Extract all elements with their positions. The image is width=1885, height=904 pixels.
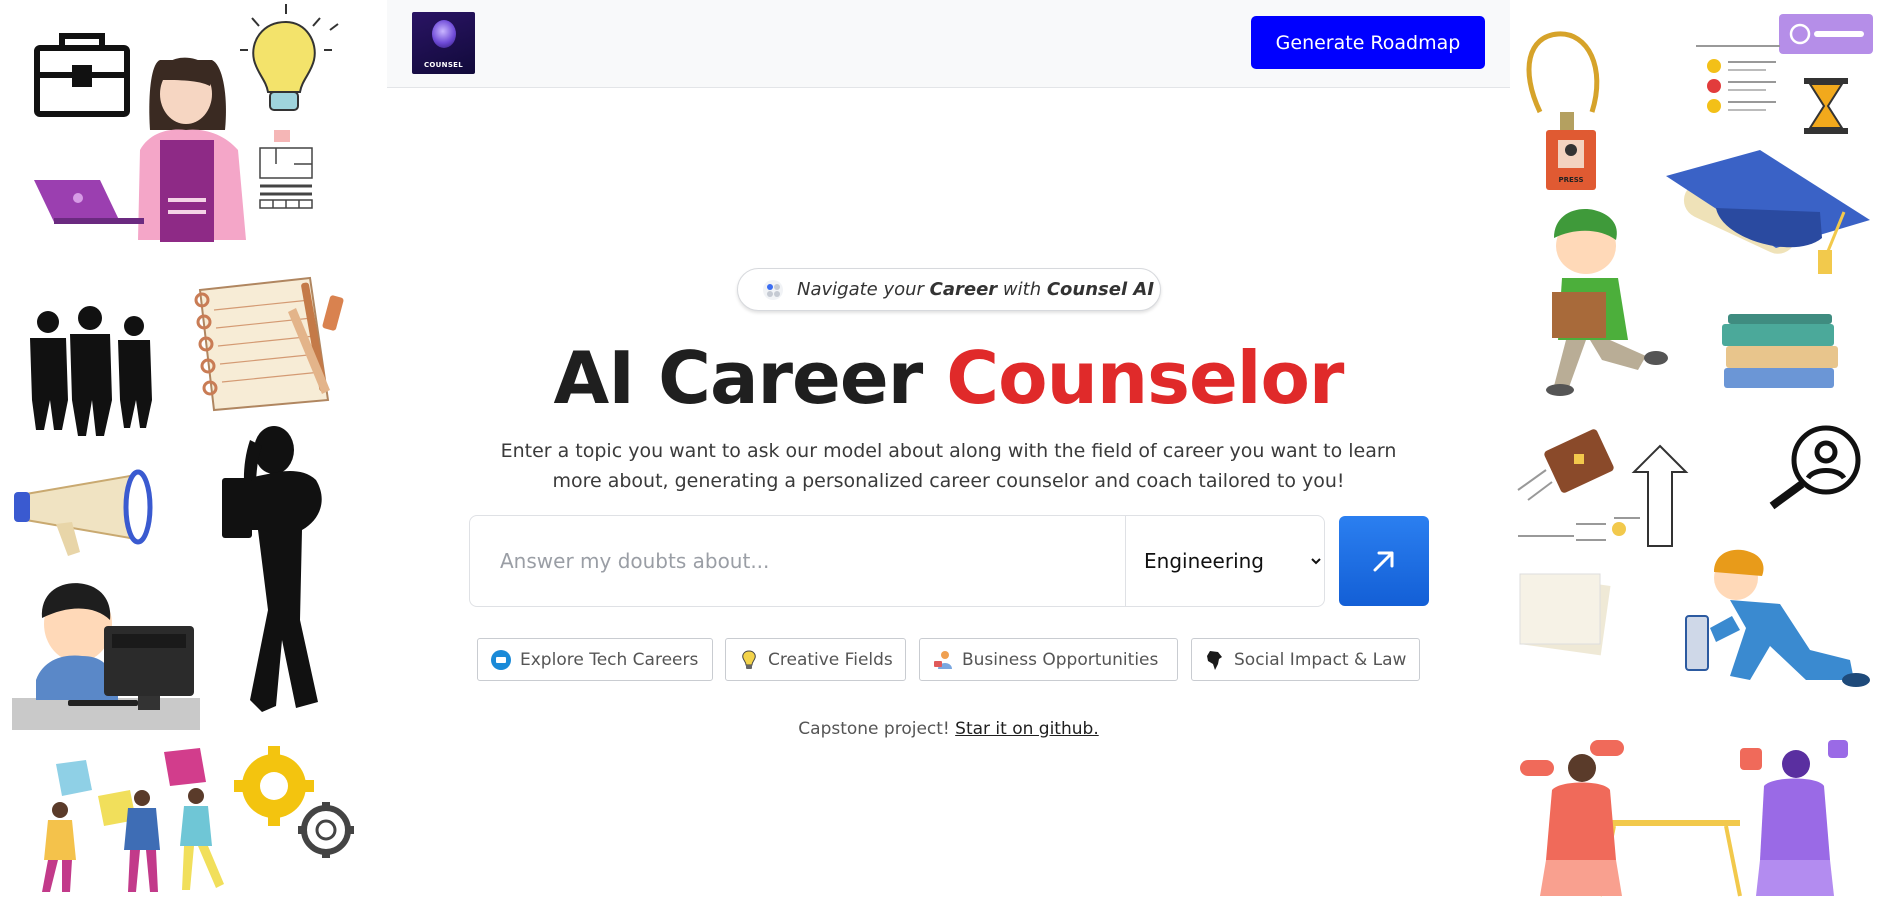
chip-label: Creative Fields (768, 649, 893, 670)
search-person-icon (1769, 425, 1861, 510)
lightbulb-icon (240, 4, 339, 111)
chip-label: Explore Tech Careers (520, 649, 699, 670)
chip-business-opportunities[interactable]: Business Opportunities (919, 638, 1178, 681)
press-badge-icon: PRESS (1526, 31, 1600, 190)
career-field-select[interactable]: Engineering (1125, 516, 1324, 606)
counsel-logo[interactable]: COUNSEL (412, 12, 475, 74)
tagline-badge: Navigate your Career with Counsel AI (737, 268, 1161, 311)
right-illustration-panel: PRESS (1510, 0, 1885, 904)
search-box: Engineering (469, 515, 1325, 607)
page-description: Enter a topic you want to ask our model … (500, 440, 1397, 492)
robot-head-icon (432, 20, 456, 48)
arrow-up-right-icon (1373, 551, 1394, 572)
notebook-and-pens-illustration (194, 276, 344, 412)
logo-text: COUNSEL (423, 61, 463, 69)
boy-at-computer-illustration (12, 583, 200, 730)
page-title: AI Career Counselor (387, 338, 1510, 418)
business-person-icon (934, 650, 952, 669)
chip-social-impact-law[interactable]: Social Impact & Law (1191, 638, 1420, 681)
puzzle-team-illustration (42, 748, 224, 892)
github-star-link[interactable]: Star it on github. (955, 719, 1099, 739)
chip-label: Social Impact & Law (1234, 649, 1407, 670)
right-illustrations: PRESS (1517, 14, 1873, 897)
lightbulb-icon (742, 649, 756, 669)
floorplan-sketch-icon (259, 130, 313, 209)
india-map-icon (1207, 650, 1222, 670)
page-title-main: AI Career (553, 336, 947, 420)
business-people-silhouette (30, 306, 152, 436)
graduation-cap-icon (1666, 150, 1870, 274)
interview-illustration (1520, 740, 1848, 897)
left-illustrations (12, 4, 354, 892)
footer-text: Capstone project! Star it on github. (387, 719, 1510, 739)
electrician-illustration (1685, 549, 1870, 687)
chip-explore-tech-careers[interactable]: Explore Tech Careers (477, 638, 713, 681)
hourglass-icon (1804, 78, 1848, 134)
avatar-toggle-icon (1779, 14, 1873, 54)
delivery-man-illustration (1546, 209, 1668, 396)
page-title-accent: Counselor (946, 336, 1344, 420)
submit-button[interactable] (1339, 516, 1429, 606)
career-growth-illustration (1517, 429, 1689, 547)
badge-text-3: with (997, 279, 1047, 300)
papers-stack-icon (1519, 573, 1611, 656)
chip-label: Business Opportunities (962, 649, 1159, 670)
books-stack-icon (1722, 314, 1838, 388)
chip-icon-tech (491, 649, 511, 670)
woman-with-laptop-illustration (34, 57, 246, 242)
badge-text-career: Career (929, 279, 998, 300)
badge-text-counsel-ai: Counsel AI (1046, 279, 1155, 300)
press-label: PRESS (1558, 176, 1583, 184)
briefcase-icon (34, 33, 130, 117)
checklist-icon (1696, 45, 1780, 113)
woman-silhouette (222, 426, 322, 712)
left-illustration-panel (0, 0, 387, 904)
generate-roadmap-button[interactable]: Generate Roadmap (1251, 16, 1485, 69)
topic-input[interactable] (470, 516, 1125, 606)
chip-creative-fields[interactable]: Creative Fields (725, 638, 906, 681)
grid-dots-icon (763, 279, 783, 300)
megaphone-icon (14, 469, 153, 556)
top-header: COUNSEL Generate Roadmap (387, 0, 1510, 88)
badge-text-1: Navigate your (797, 279, 930, 300)
gears-icon (234, 746, 354, 858)
footer-capstone-text: Capstone project! (798, 719, 956, 739)
